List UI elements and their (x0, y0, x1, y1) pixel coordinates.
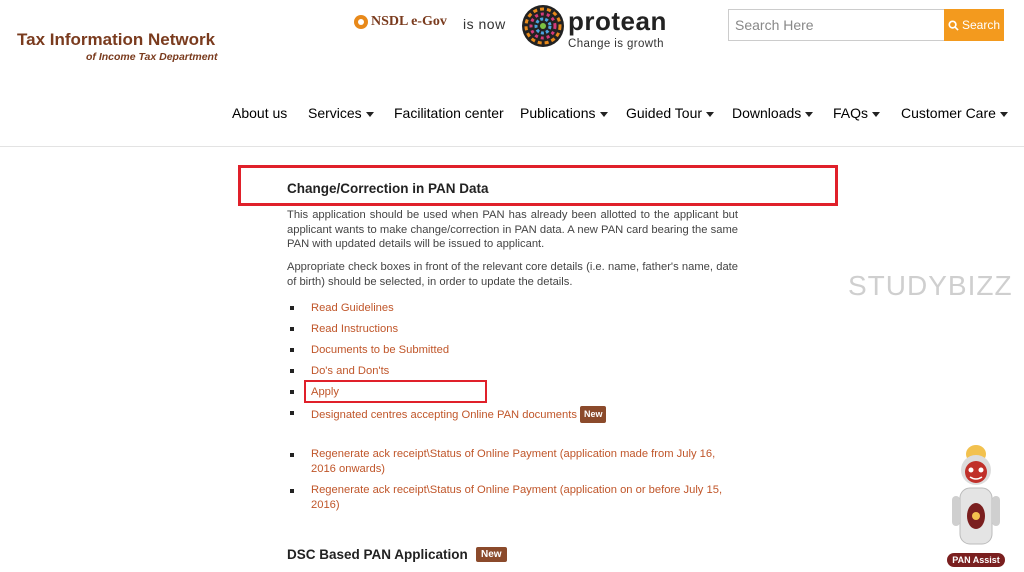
link-apply[interactable]: Apply (311, 385, 339, 400)
nav-label: Customer Care (901, 105, 996, 121)
is-now-text: is now (463, 16, 506, 32)
nav-label: About us (232, 105, 288, 121)
link-regenerate-before-july15[interactable]: Regenerate ack receipt\Status of Online … (311, 483, 731, 512)
search-icon (948, 19, 959, 31)
nsdl-mark-icon (354, 15, 368, 29)
bullet (290, 453, 294, 457)
bullet (290, 306, 294, 310)
page-title: Change/Correction in PAN Data (287, 181, 489, 196)
protean-name: protean (568, 6, 667, 36)
link-read-guidelines[interactable]: Read Guidelines (311, 301, 394, 316)
nav-label: Facilitation center (394, 105, 504, 121)
nav-downloads[interactable]: Downloads (732, 105, 814, 121)
bullet (290, 411, 294, 415)
nav-customer-care[interactable]: Customer Care (901, 105, 1008, 121)
nav-divider (0, 146, 1024, 147)
link-read-instructions[interactable]: Read Instructions (311, 322, 398, 337)
description-paragraph: This application should be used when PAN… (287, 209, 738, 251)
caret-down-icon (999, 111, 1008, 117)
bullet (290, 327, 294, 331)
protean-logo-icon (522, 5, 564, 47)
nav-label: Services (308, 105, 362, 121)
link-designated-centres[interactable]: Designated centres accepting Online PAN … (311, 406, 607, 423)
page: Tax Information Network of Income Tax De… (0, 0, 1024, 572)
nav-label: Downloads (732, 105, 802, 121)
nav-label: Publications (520, 105, 596, 121)
nav-services[interactable]: Services (308, 105, 374, 121)
link-designated-centres-label: Designated centres accepting Online PAN … (311, 409, 577, 421)
brand-subtitle: of Income Tax Department (86, 51, 218, 63)
new-badge: New (476, 547, 507, 562)
search-button-label: Search (961, 18, 1001, 32)
link-regenerate-after-july16[interactable]: Regenerate ack receipt\Status of Online … (311, 447, 731, 476)
caret-down-icon (805, 111, 814, 117)
nav-label: FAQs (833, 105, 869, 121)
bullet (290, 348, 294, 352)
brand-title[interactable]: Tax Information Network (17, 30, 215, 50)
pan-assist-robot-icon[interactable] (946, 440, 1006, 568)
instruction-paragraph: Appropriate check boxes in front of the … (287, 261, 738, 288)
bullet (290, 489, 294, 493)
nav-label: Guided Tour (626, 105, 703, 121)
pan-assist-label[interactable]: PAN Assist (947, 553, 1005, 567)
new-badge: New (579, 406, 607, 423)
link-dos-and-donts[interactable]: Do's and Don'ts (311, 364, 389, 379)
nsdl-logo-text: NSDL e-Gov (371, 14, 447, 29)
dsc-section-title: DSC Based PAN Application (287, 547, 468, 562)
nav-guided-tour[interactable]: Guided Tour (626, 105, 715, 121)
nav-faqs[interactable]: FAQs (833, 105, 881, 121)
bullet (290, 369, 294, 373)
nav-facilitation-center[interactable]: Facilitation center (394, 105, 504, 121)
caret-down-icon (599, 111, 608, 117)
search-button[interactable]: Search (944, 9, 1004, 41)
caret-down-icon (706, 111, 715, 117)
nav-about-us[interactable]: About us (232, 105, 287, 121)
nav-publications[interactable]: Publications (520, 105, 608, 121)
caret-down-icon (872, 111, 881, 117)
nsdl-logo: NSDL e-Gov (354, 14, 447, 30)
caret-down-icon (365, 111, 374, 117)
search-input[interactable] (728, 9, 945, 41)
watermark: STUDYBIZZ (848, 270, 1013, 301)
bullet (290, 390, 294, 394)
link-documents-to-be-submitted[interactable]: Documents to be Submitted (311, 343, 449, 358)
protean-tagline: Change is growth (568, 38, 664, 50)
